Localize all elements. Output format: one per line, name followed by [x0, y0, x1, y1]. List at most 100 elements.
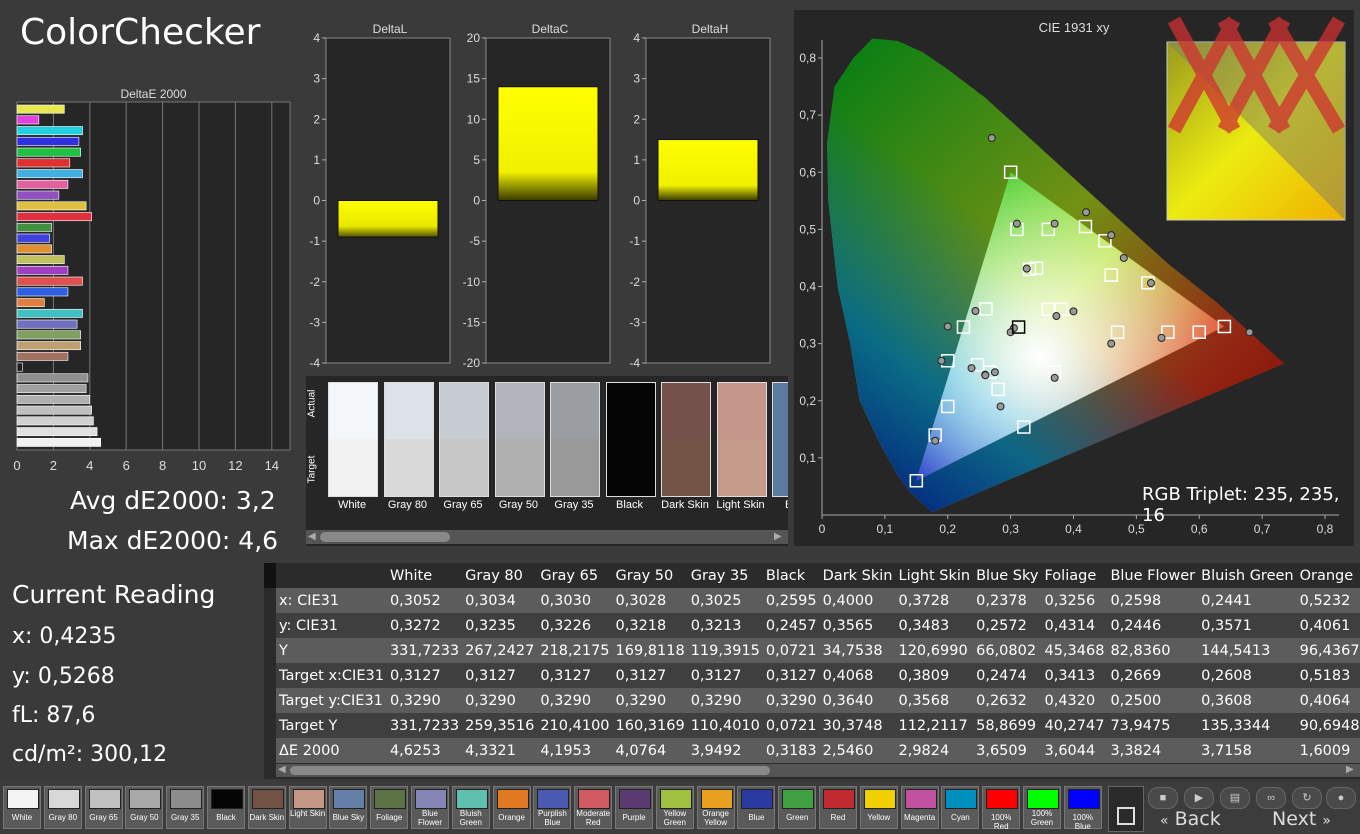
patch-button[interactable]: Bluish Green [451, 786, 490, 829]
patch-button[interactable]: Orange [492, 786, 531, 829]
table-cell: 2,5460 [819, 738, 896, 763]
table-cell: 0,3025 [687, 588, 763, 613]
patch-color [1027, 789, 1059, 809]
record-control[interactable]: ● [1326, 787, 1356, 809]
patch-button[interactable]: Blue Flower [411, 786, 449, 829]
next-button[interactable]: Next » [1272, 808, 1331, 832]
patch-label: Magenta [904, 813, 936, 822]
cie-measured-point [1050, 219, 1059, 228]
patch-button[interactable]: Blue [737, 786, 776, 829]
table-header-cell: Black [762, 563, 820, 588]
table-scroll-left[interactable]: ◀ [278, 764, 286, 775]
swatch-compare[interactable] [550, 382, 600, 497]
table-cell: 0,2500 [1107, 688, 1199, 713]
patch-button[interactable]: Purple [615, 786, 653, 829]
table-cell: 0,3290 [687, 688, 763, 713]
patch-button[interactable]: Light Skin [288, 786, 327, 829]
patch-button[interactable]: Foliage [370, 786, 409, 829]
patch-label: Foliage [376, 813, 403, 822]
scroll-left-arrow[interactable]: ◀ [308, 531, 316, 542]
deltae-x-tick: 10 [192, 458, 206, 473]
swatch-compare[interactable] [716, 382, 767, 497]
cie-measured-point [943, 322, 952, 331]
table-scroll-right[interactable]: ▶ [1346, 764, 1354, 775]
table-cell: 0,3809 [895, 663, 974, 688]
patch-button[interactable]: 100% Green [1023, 786, 1061, 829]
cie-y-tick: 0,6 [799, 165, 816, 179]
cie-measured-point [1146, 279, 1155, 288]
cie-measured-point [1012, 219, 1021, 228]
patch-button[interactable]: Yellow [859, 786, 898, 829]
swatch-actual [495, 383, 544, 439]
table-cell: 0,3235 [462, 613, 538, 638]
stop-control[interactable]: ■ [1148, 787, 1178, 809]
scroll-thumb[interactable] [320, 532, 450, 542]
cie-x-tick: 0,1 [877, 522, 894, 536]
table-header-cell: Dark Skin [819, 563, 896, 588]
patch-button[interactable]: Moderate Red [574, 786, 613, 829]
swatch-compare[interactable] [383, 382, 434, 497]
back-button[interactable]: « Back [1160, 808, 1221, 832]
patch-button[interactable]: Magenta [900, 786, 939, 829]
save-control[interactable]: ▤ [1220, 787, 1250, 809]
patch-button[interactable]: Purplish Blue [533, 786, 572, 829]
swatch-compare[interactable] [605, 382, 656, 497]
deltah-y-tick: 4 [633, 31, 640, 45]
patch-button[interactable]: Red [819, 786, 857, 829]
patch-button[interactable]: Orange Yellow [696, 786, 735, 829]
patch-button[interactable]: 100% Red [982, 786, 1021, 831]
deltac-chart: DeltaC 20 15 10 5 0 -5 -10 -15 -20 [463, 22, 611, 370]
patch-button[interactable]: White [3, 786, 41, 829]
patch-button[interactable]: Blue Sky [329, 786, 368, 829]
refresh-control[interactable]: ↻ [1292, 787, 1322, 809]
deltac-y-tick: 20 [467, 31, 481, 45]
swatch-actual [662, 383, 710, 439]
stop-button[interactable] [1108, 786, 1144, 832]
table-cell: 0,4320 [1041, 688, 1108, 713]
swatch-compare[interactable] [494, 382, 545, 497]
deltal-y-tick: -4 [309, 356, 320, 370]
table-cell: 0,3183 [762, 738, 820, 763]
swatch-label: Black [616, 499, 643, 511]
deltah-y-tick: 1 [633, 153, 640, 167]
patch-label: Blue [748, 813, 765, 822]
cie-measured-point [987, 133, 996, 142]
patch-button[interactable]: Cyan [941, 786, 980, 829]
swatch-compare[interactable] [439, 382, 489, 497]
table-scrollbar[interactable]: ◀ ▶ [276, 764, 1360, 777]
table-cell: 3,6509 [973, 738, 1042, 763]
deltae-bar [16, 287, 69, 297]
deltae-bar [16, 416, 94, 426]
swatch-compare[interactable] [661, 382, 711, 497]
patch-button[interactable]: Gray 35 [166, 786, 205, 829]
patch-button[interactable]: Black [207, 786, 245, 829]
patch-button[interactable]: 100% Blue [1063, 786, 1102, 831]
deltae-bar [16, 201, 87, 211]
table-header-cell: White [386, 563, 463, 588]
play-control[interactable]: ▶ [1184, 787, 1214, 809]
patch-button[interactable]: Dark Skin [247, 786, 286, 829]
patch-button[interactable]: Gray 65 [84, 786, 123, 829]
swatch-scrollbar[interactable]: ◀ ▶ [306, 530, 788, 544]
cie-y-tick: 0,5 [799, 222, 816, 236]
patch-button[interactable]: Gray 80 [43, 786, 82, 829]
table-cell: 0,2669 [1107, 663, 1199, 688]
swatch-target [662, 439, 710, 496]
table-cell: ΔE 2000 [276, 738, 387, 763]
patch-button[interactable]: Green [778, 786, 817, 829]
patch-label: White [11, 813, 33, 822]
patch-button[interactable]: Gray 50 [125, 786, 164, 829]
patch-button[interactable]: Yellow Green [655, 786, 694, 829]
loop-control[interactable]: ∞ [1256, 787, 1286, 809]
deltae-bar [16, 265, 69, 275]
swatch-compare[interactable] [328, 382, 378, 497]
table-cell: 30,3748 [819, 713, 896, 738]
scroll-right-arrow[interactable]: ▶ [774, 531, 782, 542]
deltae-bar [16, 169, 83, 179]
deltae-bar [16, 115, 40, 125]
table-cell: 45,3468 [1041, 638, 1108, 663]
swatch-compare[interactable] [772, 382, 788, 497]
table-scroll-thumb[interactable] [290, 766, 770, 775]
cie-chart: CIE 1931 xy 0 0,1 0,2 0,3 0,4 0,5 0,6 0,7 0,8 0,1 0… [799, 16, 1346, 536]
table-cell: 331,7233 [386, 713, 463, 738]
